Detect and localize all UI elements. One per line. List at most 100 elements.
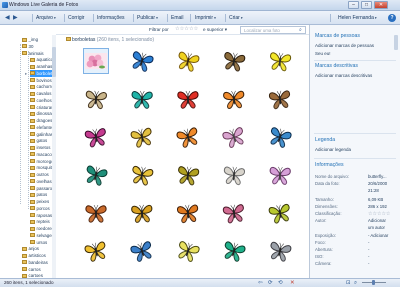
menu-publicar[interactable]: Publicar▾ (137, 14, 158, 22)
pink-butterfly-image (269, 166, 291, 185)
photo-gallery-window: { "window":{"title":"Windows Live Galeri… (0, 0, 400, 287)
photo-thumbnail[interactable] (222, 201, 246, 225)
fit-view-icon[interactable]: ⊡ (346, 280, 351, 286)
pink-butterfly-image (222, 204, 244, 224)
menu-email[interactable]: Email (171, 14, 184, 22)
info-value[interactable]: Adicionar (368, 218, 386, 223)
folder-icon (30, 199, 35, 204)
search-box[interactable]: Localizar uma foto ⌕ (240, 26, 306, 34)
photo-thumbnail[interactable] (83, 48, 109, 74)
folder-label: cavalos (36, 91, 52, 96)
menu-criar[interactable]: Criar▾ (229, 14, 243, 22)
folder-icon (30, 159, 35, 163)
info-label: Câmera: (315, 261, 332, 266)
photo-thumbnail[interactable] (222, 49, 246, 73)
folder-label: aranhas (36, 64, 53, 69)
minimize-button[interactable]: – (348, 1, 359, 9)
zoom-icon[interactable]: ⌕ (354, 280, 357, 286)
expand-caret-icon[interactable]: ▸ (25, 70, 27, 77)
flower-image (85, 53, 107, 69)
rating-filter-stars[interactable]: ☆☆☆☆☆ (175, 26, 198, 32)
folder-label: bovinos (36, 77, 52, 83)
search-icon[interactable]: ⌕ (299, 27, 302, 33)
photo-thumbnail[interactable] (268, 239, 292, 263)
info-value: 21:28 (368, 188, 379, 193)
folder-icon (22, 37, 27, 42)
folder-icon (22, 246, 27, 251)
orange-butterfly-image (85, 204, 107, 223)
zoom-slider-knob[interactable] (372, 280, 375, 285)
photo-thumbnail[interactable] (176, 239, 200, 263)
close-button[interactable]: ✕ (374, 1, 388, 9)
photo-thumbnail[interactable] (84, 125, 108, 149)
rotate-right-icon[interactable]: ⟳ (268, 280, 273, 286)
forward-icon[interactable]: ▶ (13, 14, 18, 22)
info-value: - (368, 254, 370, 259)
folder-icon (30, 98, 35, 103)
menu-informacoes[interactable]: Informações (97, 14, 125, 22)
photo-thumbnail[interactable] (130, 87, 154, 111)
rating-condition-dropdown[interactable]: e superior ▾ (203, 27, 227, 33)
folder-label: carros (28, 266, 41, 272)
menu-corrigir[interactable]: Corrigir (68, 14, 84, 22)
yellow-butterfly-image (84, 241, 106, 262)
photo-thumbnail[interactable] (268, 201, 292, 225)
photo-thumbnail[interactable] (268, 49, 292, 73)
folder-label: artisticos (28, 253, 46, 258)
add-people-tags-link[interactable]: Adicionar marcas de pessoas (315, 43, 374, 48)
photo-thumbnail[interactable] (130, 163, 154, 187)
photo-thumbnail[interactable] (84, 239, 108, 263)
filter-label: Filtrar por (149, 27, 169, 32)
people-tag-me[interactable]: Seu eu! (315, 51, 331, 56)
add-descriptive-tags-link[interactable]: Adicionar marcas descritivas (315, 73, 372, 78)
photo-thumbnail[interactable] (176, 163, 200, 187)
folder-label: coelhos (36, 97, 52, 103)
search-input[interactable]: Localizar uma foto (244, 28, 280, 33)
info-value: 20/6/2000 (368, 181, 388, 186)
add-caption-link[interactable]: Adicionar legenda (315, 147, 351, 152)
photo-thumbnail[interactable] (130, 49, 154, 73)
blue-butterfly-image (130, 241, 152, 262)
photo-thumbnail[interactable] (176, 49, 200, 73)
photo-thumbnail[interactable] (222, 125, 246, 149)
folder-label: ursos (36, 239, 48, 245)
panel-scrollbar-thumb[interactable] (394, 35, 398, 50)
photo-thumbnail[interactable] (176, 125, 200, 149)
photo-thumbnail[interactable] (84, 163, 108, 187)
menu-imprimir[interactable]: Imprimir▾ (195, 14, 216, 22)
current-folder-name: borboletas (72, 37, 96, 43)
info-label: Nome do arquivo: (315, 174, 349, 179)
user-menu[interactable]: Helen Fernanda▾ (338, 14, 377, 22)
photo-thumbnail[interactable] (222, 87, 246, 111)
photo-thumbnail[interactable] (130, 125, 154, 149)
photo-thumbnail[interactable] (268, 87, 292, 111)
folder-icon (30, 165, 35, 170)
folder-icon (30, 78, 35, 82)
info-value: butterfly... (368, 174, 387, 179)
photo-thumbnail[interactable] (84, 87, 108, 111)
help-button[interactable]: ? (388, 14, 396, 22)
info-value[interactable]: ☆☆☆☆☆ (368, 211, 390, 217)
photo-thumbnail[interactable] (176, 87, 200, 111)
photo-thumbnail[interactable] (268, 163, 292, 187)
info-value[interactable]: - Adicionar (368, 233, 388, 238)
photo-thumbnail[interactable] (268, 125, 292, 149)
info-label: Abertura: (315, 247, 333, 252)
maximize-button[interactable]: □ (361, 1, 372, 9)
photo-thumbnail[interactable] (176, 201, 200, 225)
photo-thumbnail[interactable] (130, 201, 154, 225)
photo-thumbnail[interactable] (130, 239, 154, 263)
photo-thumbnail[interactable] (222, 163, 246, 187)
previous-icon[interactable]: ⇦ (258, 280, 263, 286)
folder-label: insetos (36, 145, 51, 150)
photo-thumbnail[interactable] (84, 201, 108, 225)
brown-butterfly-image (268, 90, 291, 110)
photo-thumbnail[interactable] (222, 239, 246, 263)
rotate-left-icon[interactable]: ⟲ (278, 280, 283, 286)
back-icon[interactable]: ◀ (5, 14, 10, 22)
folder-icon (30, 226, 35, 231)
menu-arquivo[interactable]: Arquivo▾ (36, 14, 56, 22)
folder-icon (30, 57, 35, 62)
delete-icon[interactable]: ✕ (290, 280, 295, 286)
folder-icon (30, 111, 35, 116)
